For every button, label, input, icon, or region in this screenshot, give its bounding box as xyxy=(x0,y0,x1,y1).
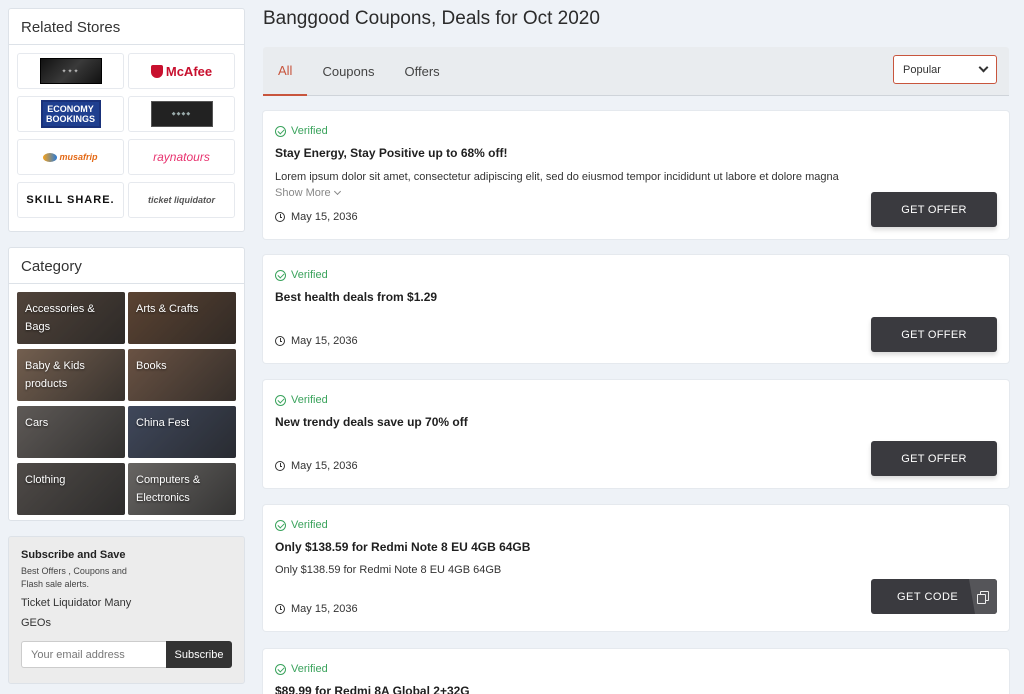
store-tile-economy-bookings[interactable]: ECONOMY BOOKINGS xyxy=(17,96,124,132)
subscribe-button[interactable]: Subscribe xyxy=(166,641,232,668)
get-offer-button[interactable]: GET OFFER xyxy=(871,441,997,476)
offer-card: Verified Only $138.59 for Redmi Note 8 E… xyxy=(263,505,1009,631)
check-circle-icon xyxy=(275,269,286,281)
subscribe-panel: Subscribe and Save Best Offers , Coupons… xyxy=(8,536,245,684)
check-circle-icon xyxy=(275,519,286,531)
check-circle-icon xyxy=(275,394,286,406)
dark-banner-logo: ✦✦✦ xyxy=(39,58,102,84)
tab-all[interactable]: All xyxy=(263,47,308,96)
verified-badge: Verified xyxy=(275,519,997,531)
skillshare-logo: SKILL SHARE. xyxy=(26,194,115,206)
store-tile-raynatours[interactable]: raynatours xyxy=(128,139,235,175)
chevron-down-icon xyxy=(333,187,341,196)
category-cars[interactable]: Cars xyxy=(17,406,125,458)
category-panel: Category Accessories & Bags Arts & Craft… xyxy=(8,247,245,521)
related-stores-panel: Related Stores ✦✦✦ McAfee ECONOMY BOOKIN… xyxy=(8,8,245,232)
economy-bookings-logo: ECONOMY BOOKINGS xyxy=(40,100,101,128)
offer-title: New trendy deals save up 70% off xyxy=(275,415,468,429)
shield-icon xyxy=(150,64,163,78)
offer-card: Verified $89.99 for Redmi 8A Global 2+32… xyxy=(263,649,1009,694)
chevron-down-icon xyxy=(978,62,989,73)
store-tile-mcafee[interactable]: McAfee xyxy=(128,53,235,89)
offer-title: Stay Energy, Stay Positive up to 68% off… xyxy=(275,146,508,160)
offer-description: Lorem ipsum dolor sit amet, consectetur … xyxy=(275,171,839,183)
category-arts-crafts[interactable]: Arts & Crafts xyxy=(128,292,236,344)
sort-select[interactable]: Popular xyxy=(893,55,997,84)
tabs-bar: All Coupons Offers Popular xyxy=(263,47,1009,96)
tab-offers[interactable]: Offers xyxy=(390,47,455,95)
offer-card: Verified Stay Energy, Stay Positive up t… xyxy=(263,111,1009,239)
musafrip-logo: musafrip xyxy=(43,152,98,162)
offer-date: May 15, 2036 xyxy=(275,460,358,472)
offer-card: Verified Best health deals from $1.29 Ma… xyxy=(263,255,1009,363)
verified-badge: Verified xyxy=(275,269,997,281)
page-title: Banggood Coupons, Deals for Oct 2020 xyxy=(263,8,600,29)
check-circle-icon xyxy=(275,663,286,675)
store-tile-ticket-liquidator[interactable]: ticket liquidator xyxy=(128,182,235,218)
check-circle-icon xyxy=(275,125,286,137)
related-stores-title: Related Stores xyxy=(9,9,244,45)
offer-description: Only $138.59 for Redmi Note 8 EU 4GB 64G… xyxy=(275,564,502,576)
store-tile-skillshare[interactable]: SKILL SHARE. xyxy=(17,182,124,218)
mcafee-logo: McAfee xyxy=(150,64,212,79)
sidebar: Related Stores ✦✦✦ McAfee ECONOMY BOOKIN… xyxy=(8,8,245,684)
offer-title: Only $138.59 for Redmi Note 8 EU 4GB 64G… xyxy=(275,540,531,554)
clock-icon xyxy=(275,212,285,222)
store-tile-dark-banner[interactable]: ✦✦✦ xyxy=(17,53,124,89)
get-code-button[interactable]: GET CODE xyxy=(871,579,997,614)
subscribe-form: Subscribe xyxy=(21,641,232,668)
category-title: Category xyxy=(9,248,244,284)
get-offer-button[interactable]: GET OFFER xyxy=(871,192,997,227)
subscribe-title: Subscribe and Save xyxy=(21,549,126,561)
verified-badge: Verified xyxy=(275,394,997,406)
offer-date: May 15, 2036 xyxy=(275,603,358,615)
verified-badge: Verified xyxy=(275,125,997,137)
category-china-fest[interactable]: China Fest xyxy=(128,406,236,458)
verified-badge: Verified xyxy=(275,663,997,675)
offer-date: May 15, 2036 xyxy=(275,211,358,223)
offer-title: Best health deals from $1.29 xyxy=(275,290,438,304)
get-offer-button[interactable]: GET OFFER xyxy=(871,317,997,352)
category-baby-kids[interactable]: Baby & Kids products xyxy=(17,349,125,401)
offer-title: $89.99 for Redmi 8A Global 2+32G xyxy=(275,684,470,694)
sort-selected-value: Popular xyxy=(903,63,941,76)
clock-icon xyxy=(275,461,285,471)
raynatours-logo: raynatours xyxy=(153,150,210,164)
email-input[interactable] xyxy=(21,641,166,668)
store-tile-forest-village[interactable]: ◆◆◆◆ xyxy=(128,96,235,132)
subscribe-text: Ticket Liquidator Many GEOs xyxy=(21,597,132,629)
category-books[interactable]: Books xyxy=(128,349,236,401)
clock-icon xyxy=(275,604,285,614)
category-accessories-bags[interactable]: Accessories & Bags xyxy=(17,292,125,344)
tab-coupons[interactable]: Coupons xyxy=(307,47,389,95)
ticket-liquidator-logo: ticket liquidator xyxy=(147,194,215,205)
clock-icon xyxy=(275,336,285,346)
forest-village-logo: ◆◆◆◆ xyxy=(150,101,213,127)
subscribe-small-text: Best Offers , Coupons and Flash sale ale… xyxy=(21,566,127,589)
main-content: Banggood Coupons, Deals for Oct 2020 All… xyxy=(263,0,1009,694)
get-code-label: GET CODE xyxy=(897,590,959,603)
store-tile-musafrip[interactable]: musafrip xyxy=(17,139,124,175)
category-clothing[interactable]: Clothing xyxy=(17,463,125,515)
offer-date: May 15, 2036 xyxy=(275,335,358,347)
offer-card: Verified New trendy deals save up 70% of… xyxy=(263,380,1009,488)
category-computers-electronics[interactable]: Computers & Electronics xyxy=(128,463,236,515)
copy-icon xyxy=(977,591,989,604)
